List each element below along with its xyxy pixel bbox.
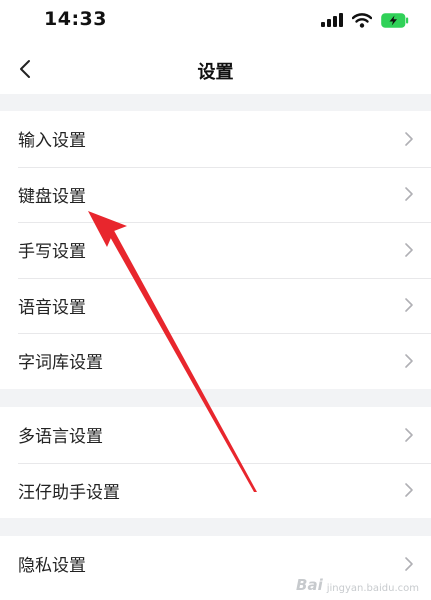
chevron-right-icon — [405, 556, 413, 571]
row-label: 隐私设置 — [18, 556, 86, 577]
row-label: 汪仔助手设置 — [18, 482, 120, 503]
settings-row-voice[interactable]: 语音设置 — [0, 277, 431, 334]
settings-group-2: 多语言设置 汪仔助手设置 — [0, 407, 431, 518]
watermark: Bai jingyan.baidu.com — [296, 576, 419, 594]
chevron-right-icon — [405, 298, 413, 313]
row-label: 键盘设置 — [18, 186, 86, 207]
battery-charging-icon — [381, 12, 409, 28]
signal-icon — [321, 13, 343, 27]
settings-row-handwriting[interactable]: 手写设置 — [0, 222, 431, 278]
row-label: 输入设置 — [18, 131, 86, 152]
status-time: 14:33 — [44, 8, 107, 30]
settings-row-multilanguage[interactable]: 多语言设置 — [0, 407, 431, 463]
page-title: 设置 — [197, 62, 234, 83]
chevron-right-icon — [405, 353, 413, 368]
settings-row-keyboard[interactable]: 键盘设置 — [0, 166, 431, 223]
chevron-right-icon — [405, 427, 413, 442]
row-label: 字词库设置 — [18, 353, 103, 374]
nav-bar: 设置 — [0, 44, 431, 94]
settings-row-input[interactable]: 输入设置 — [0, 111, 431, 167]
chevron-right-icon — [405, 483, 413, 498]
row-label: 语音设置 — [18, 297, 86, 318]
settings-row-assistant[interactable]: 汪仔助手设置 — [0, 462, 431, 519]
settings-row-lexicon[interactable]: 字词库设置 — [0, 333, 431, 389]
chevron-right-icon — [405, 242, 413, 257]
wifi-icon — [352, 12, 372, 28]
row-label: 手写设置 — [18, 242, 86, 263]
status-bar: 14:33 — [0, 0, 431, 44]
status-icons — [321, 12, 409, 28]
watermark-logo: Bai — [296, 576, 323, 594]
settings-group-1: 输入设置 键盘设置 手写设置 语音设置 字词库设置 — [0, 111, 431, 389]
chevron-right-icon — [405, 131, 413, 146]
row-label: 多语言设置 — [18, 427, 103, 448]
chevron-right-icon — [405, 187, 413, 202]
watermark-sub: jingyan.baidu.com — [326, 583, 419, 594]
